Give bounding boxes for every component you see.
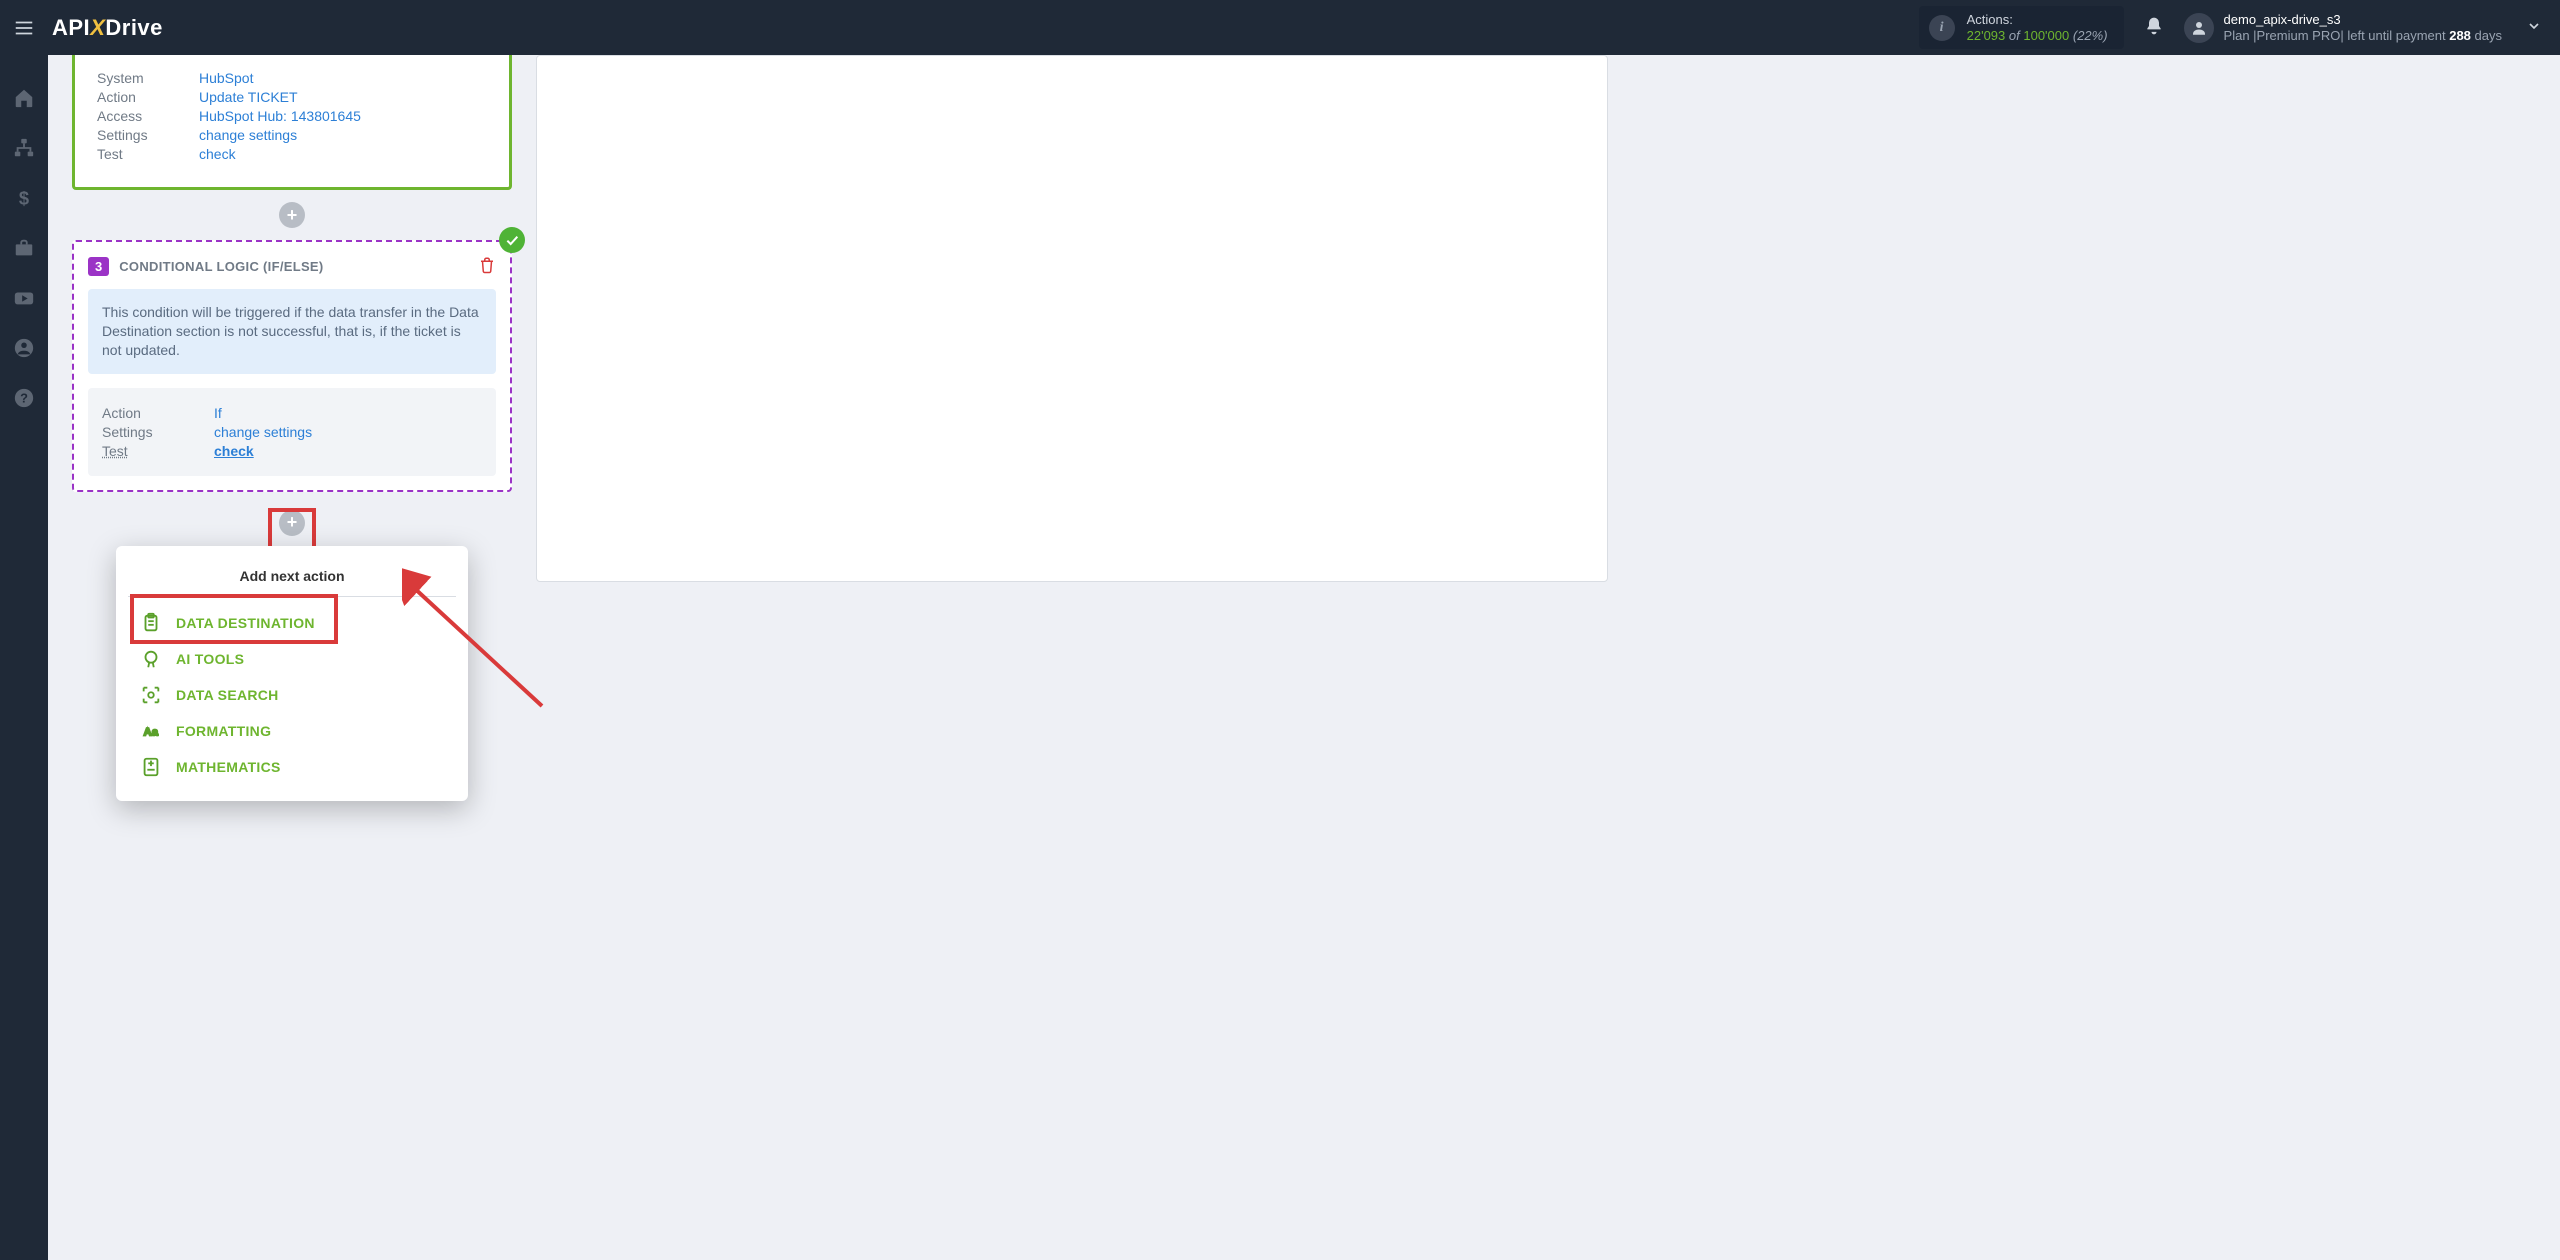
link-change-settings[interactable]: change settings [199,127,297,143]
home-icon[interactable] [13,87,35,109]
conditional-info: This condition will be triggered if the … [88,289,496,374]
menu-separator [128,596,456,597]
logo[interactable]: APIXDrive [52,15,163,41]
help-icon[interactable]: ? [13,387,35,409]
scan-icon [140,684,162,706]
actions-current: 22'093 [1967,28,2006,43]
actions-counter[interactable]: i Actions: 22'093 of 100'000 (22%) [1919,6,2124,49]
actions-max: 100'000 [2023,28,2069,43]
cond-label-action: Action [102,405,182,421]
svg-text:?: ? [20,391,28,406]
menu-label-fmt: FORMATTING [176,723,271,739]
check-icon [504,232,520,248]
sitemap-icon[interactable] [13,137,35,159]
logo-x: X [90,15,105,40]
logo-drive: Drive [105,15,163,40]
youtube-icon[interactable] [13,287,35,309]
actions-label: Actions: [1967,12,2108,28]
link-check[interactable]: check [199,146,236,162]
menu-label-dd: DATA DESTINATION [176,615,315,631]
user-plan: Plan |Premium PRO| left until payment 28… [2224,28,2502,44]
top-bar: APIXDrive i Actions: 22'093 of 100'000 (… [0,0,2560,55]
value-system[interactable]: HubSpot [199,70,253,86]
cond-link-change-settings[interactable]: change settings [214,424,312,440]
cond-value-action[interactable]: If [214,405,222,421]
text-aa-icon: Aa [140,720,162,742]
bell-icon [2144,16,2164,36]
menu-item-ai-tools[interactable]: AI TOOLS [134,641,450,677]
menu-title: Add next action [134,560,450,596]
data-destination-card: System HubSpot Action Update TICKET Access… [72,55,512,190]
clipboard-icon [140,612,162,634]
svg-text:Aa: Aa [144,726,159,738]
chevron-down-icon [2526,18,2542,34]
notifications-button[interactable] [2144,16,2164,39]
hamburger-icon [13,17,35,39]
value-action[interactable]: Update TICKET [199,89,298,105]
add-action-menu: Add next action DATA DESTINATION AI TOOL… [116,546,468,801]
svg-text:$: $ [19,187,29,208]
label-access: Access [97,108,167,124]
label-action: Action [97,89,167,105]
label-test: Test [97,146,167,162]
menu-label-math: MATHEMATICS [176,759,281,775]
logo-api: API [52,15,90,40]
conditional-title: CONDITIONAL LOGIC (IF/ELSE) [119,259,323,274]
conditional-card: 3 CONDITIONAL LOGIC (IF/ELSE) This condi… [72,240,512,492]
value-access[interactable]: HubSpot Hub: 143801645 [199,108,361,124]
user-name: demo_apix-drive_s3 [2224,12,2502,28]
info-icon: i [1929,15,1955,41]
cond-label-settings: Settings [102,424,182,440]
calculator-icon [140,756,162,778]
account-icon[interactable] [13,337,35,359]
trash-icon [478,256,496,274]
status-ok-badge [499,227,525,253]
cond-link-check[interactable]: check [214,443,254,459]
menu-item-data-destination[interactable]: DATA DESTINATION [134,605,450,641]
avatar [2184,13,2214,43]
side-nav: $ ? [0,55,48,1260]
main-content-panel [536,55,1608,582]
label-settings: Settings [97,127,167,143]
actions-of: of [2009,28,2020,43]
briefcase-icon[interactable] [13,237,35,259]
menu-toggle[interactable] [0,17,48,39]
conditional-actions: Action If Settings change settings Test che… [88,388,496,476]
user-menu-toggle[interactable] [2526,18,2542,37]
user-icon [2190,19,2208,37]
label-system: System [97,70,167,86]
menu-label-ai: AI TOOLS [176,651,244,667]
add-next-action-button[interactable]: + [279,510,305,536]
actions-pct: (22%) [2073,28,2108,43]
menu-item-data-search[interactable]: DATA SEARCH [134,677,450,713]
menu-label-ds: DATA SEARCH [176,687,279,703]
brain-icon [140,648,162,670]
user-menu[interactable]: demo_apix-drive_s3 Plan |Premium PRO| le… [2184,12,2502,43]
menu-item-formatting[interactable]: Aa FORMATTING [134,713,450,749]
step-number-badge: 3 [88,257,109,276]
dollar-icon[interactable]: $ [13,187,35,209]
menu-item-mathematics[interactable]: MATHEMATICS [134,749,450,785]
cond-label-test: Test [102,443,182,459]
add-step-button[interactable]: + [279,202,305,228]
delete-step-button[interactable] [478,256,496,277]
